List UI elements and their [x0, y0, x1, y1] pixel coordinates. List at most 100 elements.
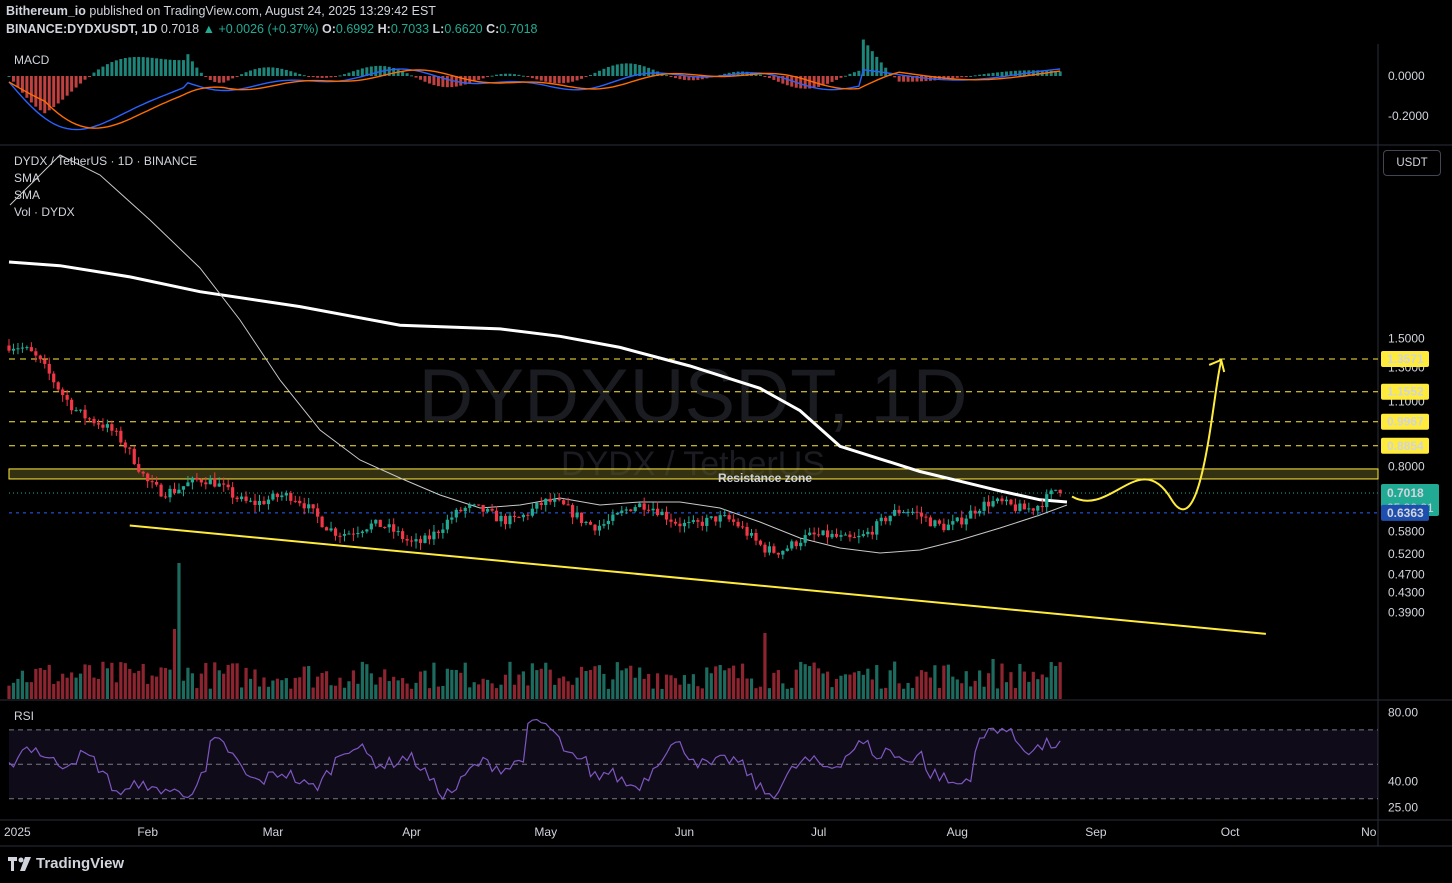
candle-body[interactable]: [16, 348, 20, 350]
candle-body[interactable]: [387, 524, 391, 528]
candle-body[interactable]: [481, 504, 485, 512]
candle-body[interactable]: [718, 515, 722, 522]
candle-body[interactable]: [38, 355, 42, 360]
candle-body[interactable]: [512, 515, 517, 517]
candle-body[interactable]: [468, 504, 472, 508]
candle-body[interactable]: [888, 515, 892, 522]
candle-body[interactable]: [222, 483, 226, 485]
candle-body[interactable]: [436, 531, 441, 533]
candle-body[interactable]: [360, 531, 364, 534]
candle-body[interactable]: [146, 473, 150, 482]
candle-body[interactable]: [714, 516, 718, 522]
candle-body[interactable]: [105, 424, 110, 428]
candle-body[interactable]: [539, 502, 543, 506]
candle-body[interactable]: [181, 486, 186, 490]
candle-body[interactable]: [553, 498, 557, 502]
candle-body[interactable]: [74, 410, 78, 412]
candle-body[interactable]: [119, 430, 123, 443]
candle-body[interactable]: [293, 500, 297, 502]
candle-body[interactable]: [933, 520, 937, 527]
candle-body[interactable]: [392, 524, 396, 532]
candle-body[interactable]: [141, 471, 145, 474]
candle-body[interactable]: [606, 520, 610, 525]
candle-body[interactable]: [839, 535, 843, 537]
candle-body[interactable]: [383, 526, 387, 528]
candle-body[interactable]: [593, 524, 597, 531]
descending-trendline[interactable]: [129, 524, 1267, 635]
candle-body[interactable]: [494, 510, 499, 522]
candle-body[interactable]: [70, 399, 74, 411]
candle-body[interactable]: [347, 533, 351, 535]
candle-body[interactable]: [664, 511, 669, 520]
candle-body[interactable]: [557, 498, 561, 501]
candle-body[interactable]: [128, 447, 132, 449]
sma-fast-label[interactable]: SMA: [14, 188, 40, 202]
candle-body[interactable]: [647, 509, 651, 511]
candle-body[interactable]: [655, 508, 660, 516]
candle-body[interactable]: [271, 493, 275, 500]
candle-body[interactable]: [687, 521, 691, 523]
candle-body[interactable]: [754, 533, 758, 541]
candle-body[interactable]: [235, 497, 239, 500]
candle-body[interactable]: [709, 516, 713, 518]
candle-body[interactable]: [29, 347, 33, 352]
macd-label[interactable]: MACD: [14, 53, 49, 67]
candle-body[interactable]: [995, 498, 1000, 502]
candle-body[interactable]: [758, 540, 763, 545]
candle-body[interactable]: [960, 517, 964, 525]
candle-body[interactable]: [857, 535, 861, 538]
candle-body[interactable]: [705, 517, 709, 526]
candle-body[interactable]: [852, 537, 856, 539]
candle-body[interactable]: [1040, 505, 1044, 508]
candle-body[interactable]: [602, 524, 606, 526]
candle-body[interactable]: [928, 517, 933, 527]
candle-body[interactable]: [955, 517, 959, 522]
candle-body[interactable]: [83, 409, 87, 419]
candle-body[interactable]: [732, 519, 736, 522]
candle-body[interactable]: [597, 525, 602, 531]
candle-body[interactable]: [96, 423, 101, 425]
candle-body[interactable]: [418, 539, 423, 543]
candle-body[interactable]: [803, 535, 807, 543]
candle-body[interactable]: [298, 500, 302, 504]
candle-body[interactable]: [11, 348, 16, 351]
candle-body[interactable]: [266, 499, 271, 505]
candle-body[interactable]: [1054, 489, 1058, 491]
candle-body[interactable]: [682, 522, 687, 527]
candle-body[interactable]: [982, 501, 986, 511]
candle-body[interactable]: [405, 538, 409, 541]
candle-body[interactable]: [374, 519, 378, 524]
candle-body[interactable]: [284, 493, 288, 496]
candle-body[interactable]: [691, 520, 695, 522]
candle-body[interactable]: [244, 496, 248, 501]
candle-body[interactable]: [477, 504, 481, 506]
candle-body[interactable]: [432, 531, 436, 540]
candle-body[interactable]: [767, 546, 772, 553]
candle-body[interactable]: [615, 513, 619, 515]
candle-body[interactable]: [459, 509, 463, 512]
candle-body[interactable]: [517, 516, 521, 518]
candle-body[interactable]: [275, 493, 279, 498]
candle-body[interactable]: [159, 484, 163, 497]
sma-slow-label[interactable]: SMA: [14, 171, 40, 185]
candle-body[interactable]: [906, 511, 910, 513]
candle-body[interactable]: [749, 533, 754, 536]
candle-body[interactable]: [1027, 508, 1031, 510]
candle-body[interactable]: [821, 530, 825, 536]
candle-body[interactable]: [897, 509, 901, 513]
candle-body[interactable]: [1009, 499, 1013, 505]
candle-body[interactable]: [799, 542, 803, 547]
candle-body[interactable]: [199, 479, 203, 483]
candle-body[interactable]: [794, 541, 798, 547]
candle-body[interactable]: [490, 508, 494, 511]
candle-body[interactable]: [239, 496, 244, 500]
candle-body[interactable]: [919, 512, 924, 517]
candle-body[interactable]: [316, 508, 320, 517]
candle-body[interactable]: [973, 510, 977, 514]
candle-body[interactable]: [879, 517, 883, 522]
candle-body[interactable]: [289, 493, 293, 501]
candle-body[interactable]: [942, 523, 946, 531]
candle-body[interactable]: [61, 389, 65, 396]
candle-body[interactable]: [47, 363, 51, 374]
candle-body[interactable]: [226, 484, 230, 488]
